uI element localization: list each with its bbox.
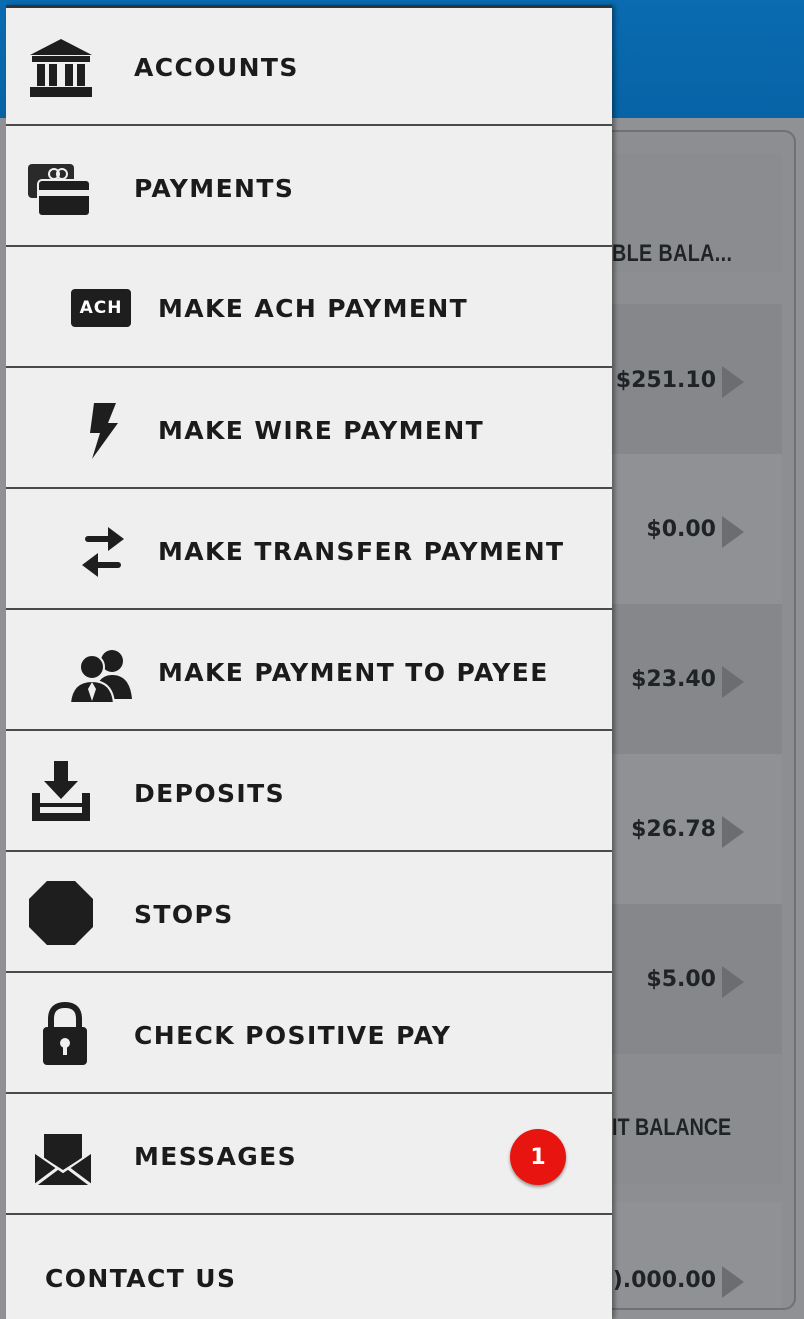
- menu-item-deposits[interactable]: DEPOSITS: [6, 731, 612, 852]
- menu-item-check-positive-pay[interactable]: CHECK POSITIVE PAY: [6, 973, 612, 1094]
- download-tray-icon: [26, 757, 96, 827]
- menu-item-accounts[interactable]: ACCOUNTS: [6, 5, 612, 126]
- menu-item-make-transfer-payment[interactable]: MAKE TRANSFER PAYMENT: [6, 489, 612, 610]
- menu-item-label: MESSAGES: [134, 1142, 297, 1171]
- menu-item-label: CONTACT US: [45, 1264, 237, 1293]
- menu-item-payments[interactable]: PAYMENTS: [6, 126, 612, 247]
- chevron-right-icon: [722, 366, 744, 398]
- transfer-arrows-icon: [68, 517, 138, 587]
- menu-item-label: MAKE PAYMENT TO PAYEE: [158, 658, 549, 687]
- ach-icon-text: ACH: [71, 289, 131, 327]
- account-balance: $23.40: [631, 667, 716, 692]
- account-balance: $0.00: [646, 517, 716, 542]
- chevron-right-icon: [722, 1266, 744, 1298]
- menu-item-make-wire-payment[interactable]: MAKE WIRE PAYMENT: [6, 368, 612, 489]
- chevron-right-icon: [722, 816, 744, 848]
- menu-item-label: MAKE TRANSFER PAYMENT: [158, 537, 565, 566]
- chevron-right-icon: [722, 966, 744, 998]
- envelope-icon: [28, 1122, 98, 1192]
- column-header-label: BLE BALA...: [612, 240, 733, 267]
- section-header-label: IT BALANCE: [612, 1114, 732, 1141]
- payee-people-icon: [66, 640, 136, 710]
- menu-item-make-payment-to-payee[interactable]: MAKE PAYMENT TO PAYEE: [6, 610, 612, 731]
- menu-item-label: ACCOUNTS: [134, 53, 299, 82]
- account-balance: $251.10: [615, 368, 716, 393]
- menu-item-label: MAKE WIRE PAYMENT: [158, 416, 485, 445]
- menu-item-label: DEPOSITS: [134, 779, 285, 808]
- stop-sign-icon: [26, 878, 96, 948]
- ach-icon: ACH: [66, 273, 136, 343]
- account-balance: ).000.00: [612, 1268, 716, 1293]
- padlock-icon: [30, 999, 100, 1069]
- credit-cards-icon: [24, 156, 94, 226]
- bank-icon: [26, 33, 96, 103]
- chevron-right-icon: [722, 666, 744, 698]
- unread-count-badge: 1: [510, 1129, 566, 1185]
- lightning-bolt-icon: [68, 396, 138, 466]
- menu-item-label: PAYMENTS: [134, 174, 295, 203]
- menu-item-messages[interactable]: MESSAGES 1: [6, 1094, 612, 1215]
- menu-item-make-ach-payment[interactable]: ACH MAKE ACH PAYMENT: [6, 247, 612, 368]
- menu-item-contact-us[interactable]: CONTACT US: [6, 1215, 612, 1319]
- chevron-right-icon: [722, 516, 744, 548]
- menu-item-label: STOPS: [134, 900, 234, 929]
- menu-item-label: CHECK POSITIVE PAY: [134, 1021, 452, 1050]
- navigation-drawer: ACCOUNTS PAYMENTS ACH MAKE ACH PAYMENT M: [6, 5, 612, 1319]
- account-balance: $5.00: [646, 967, 716, 992]
- account-balance: $26.78: [631, 817, 716, 842]
- menu-item-label: MAKE ACH PAYMENT: [158, 294, 469, 323]
- menu-item-stops[interactable]: STOPS: [6, 852, 612, 973]
